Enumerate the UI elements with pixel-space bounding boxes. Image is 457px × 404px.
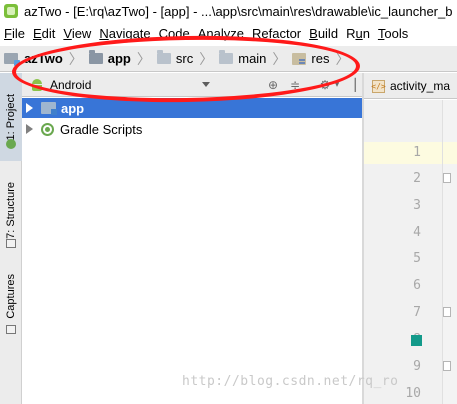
editor-tab-activity-main[interactable]: </> activity_ma [371,76,450,96]
breadcrumb-item-project[interactable]: azTwo [22,51,65,66]
module-folder-icon [88,50,103,64]
menu-edit[interactable]: Edit [29,26,59,41]
breadcrumb-separator-icon: 〉 [68,51,83,68]
expand-arrow-icon[interactable] [26,103,33,113]
breadcrumb-separator-icon: 〉 [136,51,151,68]
gutter-separator [442,100,443,404]
window-title-bar: azTwo - [E:\rq\azTwo] - [app] - ...\app\… [0,0,457,22]
line-number: 1 [413,145,421,160]
menu-refactor[interactable]: Refactor [248,26,305,41]
tree-item-app[interactable]: app [22,98,362,118]
expand-arrow-icon[interactable] [26,124,33,134]
menu-code[interactable]: Code [155,26,194,41]
editor-gutter: 1 2 3 4 5 6 7 8 9 10 [364,100,457,404]
folder-icon [219,50,234,64]
line-number: 5 [413,251,421,266]
breadcrumb-separator-icon: 〉 [335,51,350,68]
chevron-down-icon[interactable] [202,82,210,87]
menu-view[interactable]: View [59,26,95,41]
resources-folder-icon [292,52,307,65]
watermark: http://blog.csdn.net/rq_ro [182,374,399,389]
line-number: 3 [413,198,421,213]
breadcrumb-separator-icon: 〉 [272,51,287,68]
line-number: 2 [413,171,421,186]
fold-marker-icon[interactable] [443,307,451,317]
window-title: azTwo - [E:\rq\azTwo] - [app] - ...\app\… [24,3,453,19]
android-icon [30,78,44,91]
color-swatch-icon[interactable] [411,335,422,346]
xml-file-icon: </> [371,79,386,93]
scroll-from-source-icon[interactable]: ⊕ [264,76,282,94]
menu-file[interactable]: File [0,26,29,41]
project-view-selector[interactable]: Android [50,78,91,92]
fold-marker-icon[interactable] [443,173,451,183]
editor-tab-bar: </> activity_ma [364,73,457,99]
tree-item-gradle-scripts[interactable]: Gradle Scripts [22,119,362,139]
captures-tool-icon [6,325,16,334]
module-icon [41,102,57,115]
line-number: 4 [413,225,421,240]
menu-navigate[interactable]: Navigate [95,26,154,41]
hide-panel-icon[interactable]: ▕ [342,76,360,94]
breadcrumb: azTwo 〉 app 〉 src 〉 main 〉 res 〉 [0,46,457,72]
project-panel-header: Android ⊕ ≑ ⚙ ▾ ▕ [22,73,362,97]
menu-build[interactable]: Build [305,26,342,41]
menu-run[interactable]: Run [342,26,374,41]
breadcrumb-item-app[interactable]: app [87,50,133,66]
breadcrumb-separator-icon: 〉 [199,51,214,68]
menu-bar: File Edit View Navigate Code Analyze Ref… [0,22,457,44]
menu-analyze[interactable]: Analyze [194,26,248,41]
fold-marker-icon[interactable] [443,361,451,371]
left-tool-strip: 1: Project 7: Structure Captures [0,73,22,404]
gradle-icon [41,122,54,136]
project-tree: app Gradle Scripts [22,97,362,404]
breadcrumb-item-res[interactable]: res [290,51,331,66]
folder-icon [156,50,171,64]
tool-tab-captures[interactable]: Captures [0,259,22,333]
structure-tool-icon [6,239,16,248]
android-studio-app-icon [4,4,18,18]
android-tool-icon [6,139,16,149]
collapse-all-icon[interactable]: ≑ [286,76,304,94]
line-number: 6 [413,278,421,293]
breadcrumb-item-src[interactable]: src [155,50,195,66]
line-number: 7 [413,305,421,320]
menu-tools[interactable]: Tools [374,26,412,41]
line-number: 9 [413,359,421,374]
breadcrumb-item-main[interactable]: main [217,50,268,66]
project-icon [4,53,20,66]
